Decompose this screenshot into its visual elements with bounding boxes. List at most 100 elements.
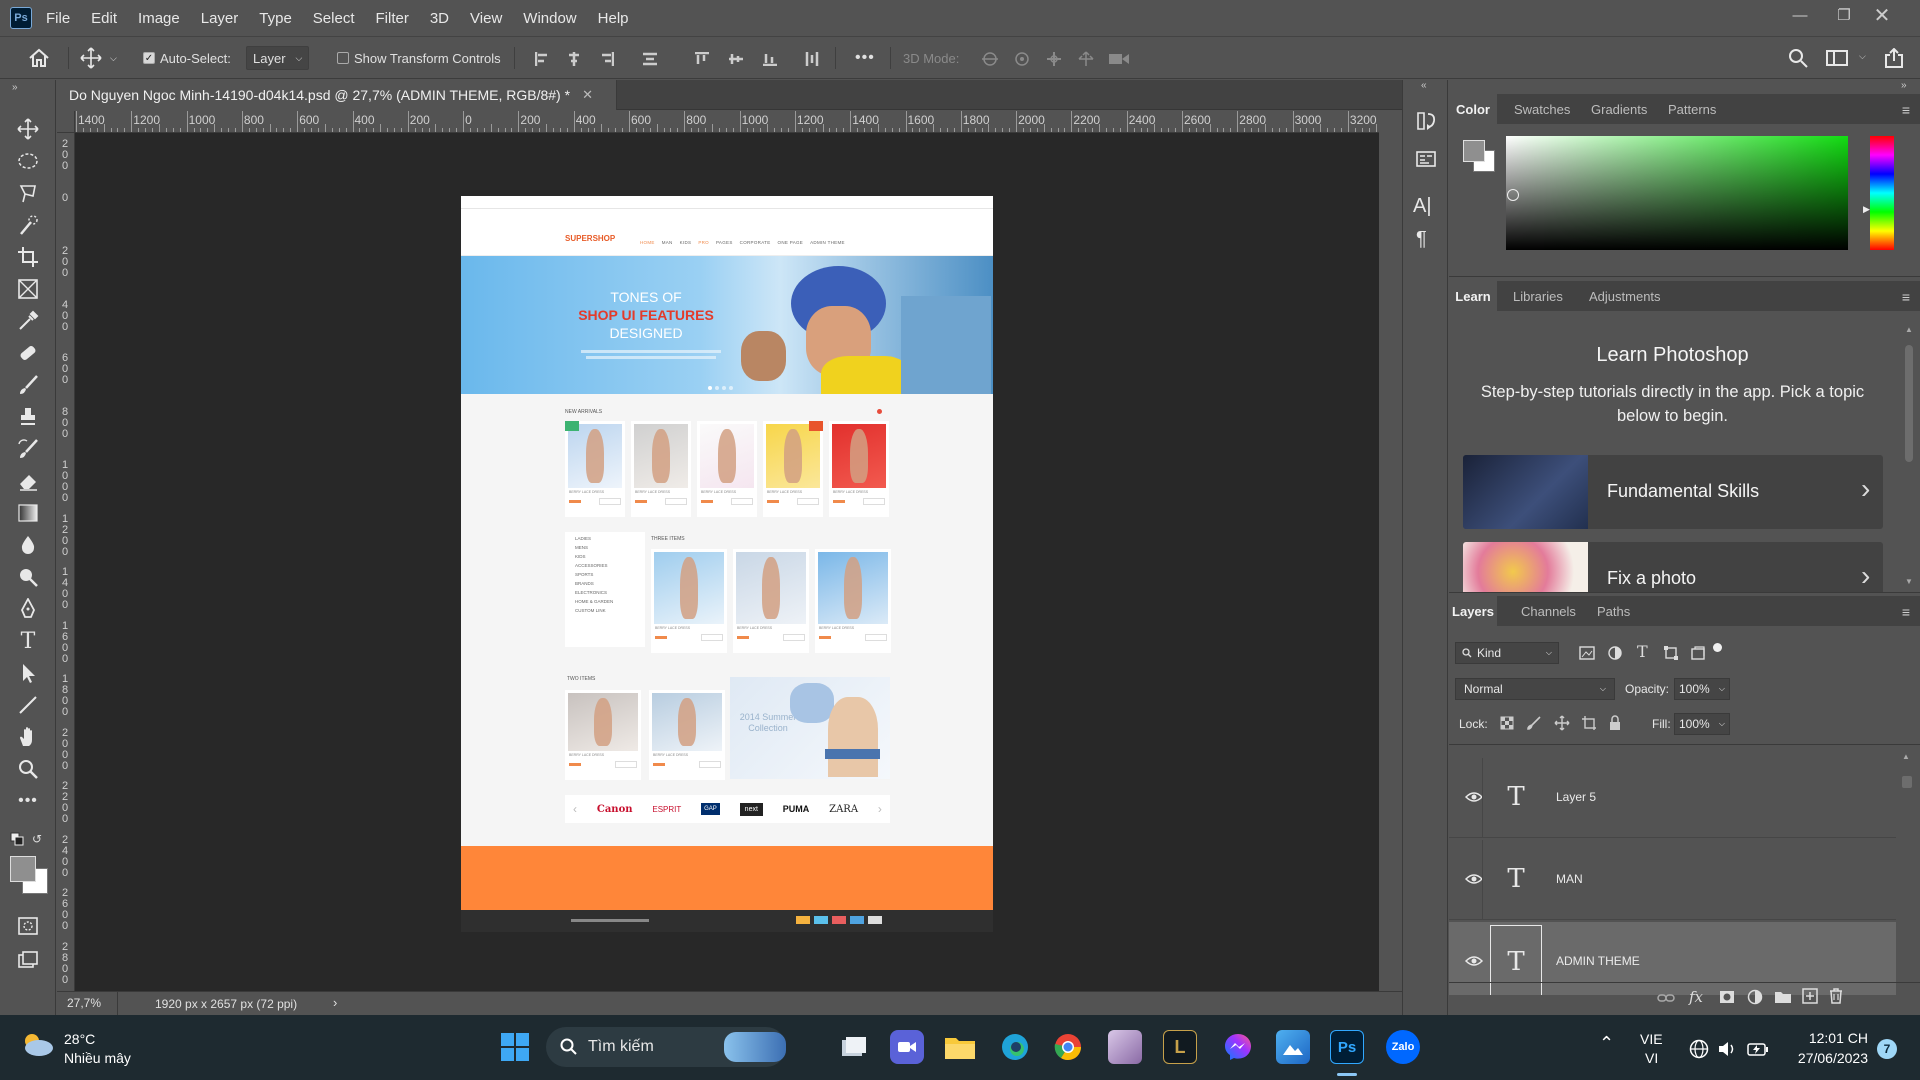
minimize-button[interactable]: —	[1778, 0, 1822, 30]
lock-image-icon[interactable]	[1527, 716, 1541, 730]
3d-slide-icon[interactable]	[1076, 51, 1096, 67]
canvas-scrollbar[interactable]	[1379, 111, 1402, 991]
document-canvas[interactable]: SUPERSHOP HOME MAN KIDS PRO PAGES CORPOR…	[461, 196, 993, 932]
horizontal-ruler[interactable]: 1400 1200 1000 800 600 400 200 0 200 400 600 800 100…	[75, 111, 1379, 133]
tab-gradients[interactable]: Gradients	[1591, 94, 1647, 124]
menu-filter[interactable]: Filter	[376, 10, 409, 27]
layer-style-fx-icon[interactable]: fx	[1689, 988, 1703, 1006]
healing-brush-tool[interactable]	[14, 339, 42, 367]
link-layers-icon[interactable]	[1657, 992, 1675, 1004]
history-panel-button[interactable]	[1415, 110, 1437, 137]
chevron-right-icon[interactable]: ›	[333, 995, 337, 1010]
new-layer-icon[interactable]	[1802, 988, 1818, 1004]
color-picker-handle[interactable]	[1507, 189, 1519, 201]
edit-toolbar-button[interactable]: •••	[14, 787, 42, 815]
collapse-icon[interactable]: »	[1901, 80, 1907, 91]
hue-slider-handle[interactable]: ▶	[1863, 204, 1870, 215]
line-tool[interactable]	[14, 691, 42, 719]
pen-tool[interactable]	[14, 595, 42, 623]
more-options-button[interactable]: •••	[855, 45, 875, 71]
add-mask-icon[interactable]	[1719, 990, 1735, 1004]
3d-orbit-icon[interactable]	[980, 51, 1000, 67]
learn-card-fundamental-skills[interactable]: Fundamental Skills ›	[1463, 455, 1883, 529]
new-group-folder-icon[interactable]	[1774, 990, 1792, 1004]
menu-window[interactable]: Window	[523, 10, 576, 27]
menu-image[interactable]: Image	[138, 10, 180, 27]
share-icon[interactable]	[1884, 48, 1904, 68]
input-language[interactable]: VIE	[1640, 1031, 1663, 1047]
tab-paths[interactable]: Paths	[1597, 596, 1630, 626]
close-button[interactable]: ✕	[1860, 0, 1904, 30]
blur-tool[interactable]	[14, 531, 42, 559]
swap-colors-icon[interactable]: ↺	[32, 832, 42, 846]
vertical-ruler[interactable]: 2000200400600800100012001400160018002000…	[57, 133, 75, 991]
gradient-tool[interactable]	[14, 499, 42, 527]
align-horizontal-center-icon[interactable]	[567, 52, 581, 66]
layers-scrollbar[interactable]: ▲ ▼	[1901, 752, 1913, 1057]
character-panel-button[interactable]: A|	[1413, 195, 1432, 218]
filter-type-icon[interactable]: T	[1637, 642, 1648, 661]
hue-slider[interactable]	[1870, 136, 1894, 250]
task-view-button[interactable]	[837, 1030, 871, 1064]
align-bottom-icon[interactable]	[763, 52, 777, 66]
visibility-eye-icon[interactable]	[1465, 952, 1483, 970]
tab-learn[interactable]: Learn	[1449, 281, 1497, 311]
default-colors-button[interactable]	[10, 832, 24, 851]
weather-widget[interactable]	[20, 1031, 54, 1062]
start-button[interactable]	[501, 1033, 529, 1066]
distribute-vertical-icon[interactable]	[643, 52, 657, 66]
lasso-tool[interactable]	[14, 179, 42, 207]
layer-row-selected[interactable]: T ADMIN THEME	[1449, 922, 1896, 995]
filter-smart-object-icon[interactable]	[1690, 645, 1706, 661]
layer-row[interactable]: T Layer 5	[1449, 758, 1896, 838]
messenger-app[interactable]	[1221, 1030, 1255, 1064]
chrome-browser-app[interactable]	[1051, 1030, 1085, 1064]
chevron-down-icon[interactable]: ⌵	[1859, 51, 1866, 62]
panel-menu-icon[interactable]: ≡	[1902, 604, 1910, 620]
teams-meet-app[interactable]	[890, 1030, 924, 1064]
layer-row[interactable]: T MAN	[1449, 840, 1896, 920]
align-left-icon[interactable]	[535, 52, 549, 66]
color-foreground-swatch[interactable]	[1463, 140, 1485, 162]
learn-card-fix-a-photo[interactable]: Fix a photo ›	[1463, 542, 1883, 592]
network-globe-icon[interactable]	[1689, 1039, 1709, 1059]
layer-name[interactable]: Layer 5	[1556, 790, 1596, 804]
notification-badge[interactable]: 7	[1877, 1039, 1897, 1059]
filter-pixel-icon[interactable]	[1579, 646, 1595, 660]
league-of-legends-app[interactable]: L	[1163, 1030, 1197, 1064]
opacity-input[interactable]: 100% ⌵	[1674, 678, 1730, 700]
home-button[interactable]	[28, 45, 50, 71]
zoom-level[interactable]: 27,7%	[67, 996, 101, 1010]
marquee-tool[interactable]	[14, 147, 42, 175]
brush-tool[interactable]	[14, 371, 42, 399]
visibility-eye-icon[interactable]	[1465, 870, 1483, 888]
game-app[interactable]	[1108, 1030, 1142, 1064]
3d-pan-icon[interactable]	[1044, 51, 1064, 67]
menu-3d[interactable]: 3D	[430, 10, 449, 27]
lock-artboard-icon[interactable]	[1581, 715, 1597, 731]
taskbar-search[interactable]: Tìm kiếm	[546, 1027, 786, 1067]
dodge-tool[interactable]	[14, 563, 42, 591]
lock-position-icon[interactable]	[1554, 715, 1570, 731]
photos-app[interactable]	[1276, 1030, 1310, 1064]
filter-toggle-icon[interactable]	[1713, 643, 1722, 652]
color-field[interactable]	[1506, 136, 1848, 250]
file-explorer-app[interactable]	[943, 1030, 977, 1064]
auto-select-target-dropdown[interactable]: Layer ⌵	[246, 45, 310, 71]
tab-color[interactable]: Color	[1449, 94, 1497, 124]
frame-tool[interactable]	[14, 275, 42, 303]
photoshop-app-active[interactable]: Ps	[1330, 1030, 1364, 1064]
history-brush-tool[interactable]	[14, 435, 42, 463]
auto-select-checkbox[interactable]: ✓ Auto-Select:	[143, 45, 231, 71]
filter-shape-icon[interactable]	[1663, 645, 1679, 661]
volume-icon[interactable]	[1717, 1040, 1737, 1058]
adjustment-layer-icon[interactable]	[1747, 989, 1763, 1005]
panel-menu-icon[interactable]: ≡	[1902, 289, 1910, 305]
menu-select[interactable]: Select	[313, 10, 355, 27]
menu-edit[interactable]: Edit	[91, 10, 117, 27]
menu-view[interactable]: View	[470, 10, 502, 27]
clock-date[interactable]: 27/06/2023	[1784, 1050, 1868, 1066]
crop-tool[interactable]	[14, 243, 42, 271]
filter-adjustment-icon[interactable]	[1607, 645, 1623, 661]
align-vertical-center-icon[interactable]	[729, 52, 743, 66]
